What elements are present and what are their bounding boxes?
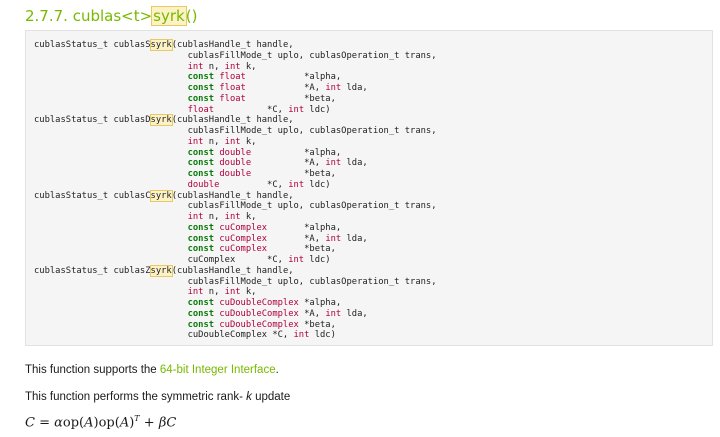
paragraph-description: This function performs the symmetric ran… xyxy=(25,391,290,403)
code-param: const cuComplex *alpha, xyxy=(187,222,342,233)
fn-highlight: syrk xyxy=(149,39,173,51)
code-param: double *C, int ldc) xyxy=(187,179,331,190)
section-heading: 2.7.7. cublas<t>syrk() xyxy=(25,4,197,28)
code-signature: cublasStatus_t cublasSsyrk(cublasHandle_… xyxy=(34,39,294,51)
code-param: cuDoubleComplex *C, int ldc) xyxy=(34,330,336,341)
code-param: const float *alpha, xyxy=(187,72,342,83)
paragraph-end: update xyxy=(251,391,291,403)
code-signature: cublasStatus_t cublasZsyrk(cublasHandle_… xyxy=(34,264,294,277)
link-64bit-integer-interface[interactable]: 64-bit Integer Interface xyxy=(160,364,276,376)
heading-highlight: syrk xyxy=(151,6,187,26)
code-param: const cuDoubleComplex *alpha, xyxy=(187,298,342,308)
fn-highlight: syrk xyxy=(149,114,173,127)
paragraph-text: This function supports the xyxy=(25,364,160,376)
paragraph-text: This function performs the symmetric ran… xyxy=(25,391,247,403)
code-param: cublasFillMode_t uplo, cublasOperation_t… xyxy=(34,126,437,136)
code-param: int n, int k, xyxy=(187,136,257,147)
code-param: const float *A, int lda, xyxy=(187,83,368,93)
section-number: 2.7.7. xyxy=(25,7,73,25)
code-param: int n, int k, xyxy=(187,212,257,222)
code-param: float *C, int ldc) xyxy=(187,104,331,115)
code-param: const cuComplex *beta, xyxy=(187,244,336,255)
code-listing: cublasStatus_t cublasSsyrk(cublasHandle_… xyxy=(34,39,437,341)
code-param: const cuDoubleComplex *A, int lda, xyxy=(187,308,368,319)
update-formula: C = αop(A)op(A)T + βC xyxy=(25,414,177,431)
heading-prefix: cublas<t> xyxy=(72,7,153,25)
fn-highlight: syrk xyxy=(149,189,173,202)
code-param: cuComplex *C, int ldc) xyxy=(34,255,331,265)
code-param: const double *A, int lda, xyxy=(187,158,368,169)
paragraph-end: . xyxy=(275,364,279,376)
code-param: const double *alpha, xyxy=(187,147,342,158)
code-param: const cuComplex *A, int lda, xyxy=(187,233,368,244)
code-param: int n, int k, xyxy=(187,287,257,298)
code-param: int n, int k, xyxy=(187,61,257,72)
code-param: const float *beta, xyxy=(187,93,336,104)
paragraph-64bit: This function supports the 64-bit Intege… xyxy=(25,364,279,376)
code-signature: cublasStatus_t cublasCsyrk(cublasHandle_… xyxy=(34,189,294,202)
code-signature: cublasStatus_t cublasDsyrk(cublasHandle_… xyxy=(34,114,294,127)
code-block[interactable]: cublasStatus_t cublasSsyrk(cublasHandle_… xyxy=(25,30,713,346)
code-param: cublasFillMode_t uplo, cublasOperation_t… xyxy=(34,50,437,61)
heading-suffix: () xyxy=(185,7,198,25)
code-param: const double *beta, xyxy=(187,169,336,179)
code-param: cublasFillMode_t uplo, cublasOperation_t… xyxy=(34,276,437,287)
code-param: const cuDoubleComplex *beta, xyxy=(187,319,336,330)
fn-highlight: syrk xyxy=(149,264,173,277)
code-param: cublasFillMode_t uplo, cublasOperation_t… xyxy=(34,201,437,212)
